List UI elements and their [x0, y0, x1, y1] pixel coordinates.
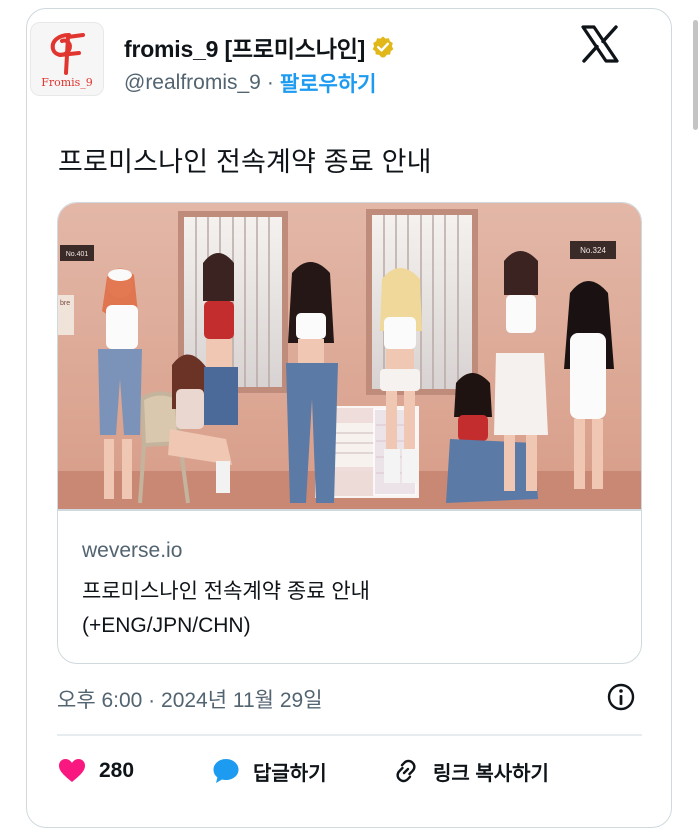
sign-left: No.401	[66, 251, 89, 258]
photo-divider	[58, 509, 641, 511]
link-title-line2: (+ENG/JPN/CHN)	[82, 614, 251, 637]
speech-bubble-icon	[213, 759, 239, 783]
scrollbar[interactable]	[693, 20, 698, 130]
sign-right: No.324	[580, 246, 606, 255]
reply-label: 답글하기	[253, 762, 327, 785]
verified-badge-icon	[372, 36, 394, 58]
group-photo: No.401 No.324 bre	[58, 203, 641, 509]
info-icon[interactable]	[606, 682, 636, 712]
link-domain[interactable]: weverse.io	[82, 539, 182, 563]
like-button[interactable]: 280	[57, 754, 134, 788]
follow-button[interactable]: 팔로우하기	[280, 68, 377, 98]
copy-link-label: 링크 복사하기	[433, 762, 549, 785]
separator-dot: ·	[266, 71, 274, 94]
link-icon	[396, 759, 416, 783]
wall-sign: bre	[60, 300, 70, 307]
avatar[interactable]: Fromis_9	[30, 22, 104, 96]
link-title-line1: 프로미스나인 전속계약 종료 안내	[82, 580, 370, 603]
heart-icon	[59, 759, 85, 782]
link-preview-card[interactable]: No.401 No.324 bre weverse.io 프로미스나인 전속계약…	[57, 202, 642, 664]
divider	[57, 734, 642, 736]
name-row: fromis_9 [프로미스나인]	[124, 30, 395, 64]
display-name[interactable]: fromis_9 [프로미스나인]	[124, 30, 365, 64]
reply-button[interactable]: 답글하기	[211, 754, 327, 788]
action-bar: 280 답글하기 링크 복사하기	[57, 754, 642, 790]
tweet-text: 프로미스나인 전속계약 종료 안내	[58, 147, 432, 177]
avatar-text: Fromis_9	[41, 76, 93, 89]
tweet-header: Fromis_9 fromis_9 [프로미스나인] @realfromis_9…	[30, 22, 620, 102]
link-title[interactable]: 프로미스나인 전속계약 종료 안내 (+ENG/JPN/CHN)	[82, 575, 622, 643]
tweet-timestamp[interactable]: 오후 6:00 · 2024년 11월 29일	[57, 684, 323, 714]
handle[interactable]: @realfromis_9	[124, 71, 261, 95]
handle-row: @realfromis_9 · 팔로우하기	[124, 68, 376, 98]
x-logo-icon[interactable]	[580, 24, 620, 64]
copy-link-button[interactable]: 링크 복사하기	[391, 754, 549, 788]
like-count: 280	[99, 759, 135, 782]
